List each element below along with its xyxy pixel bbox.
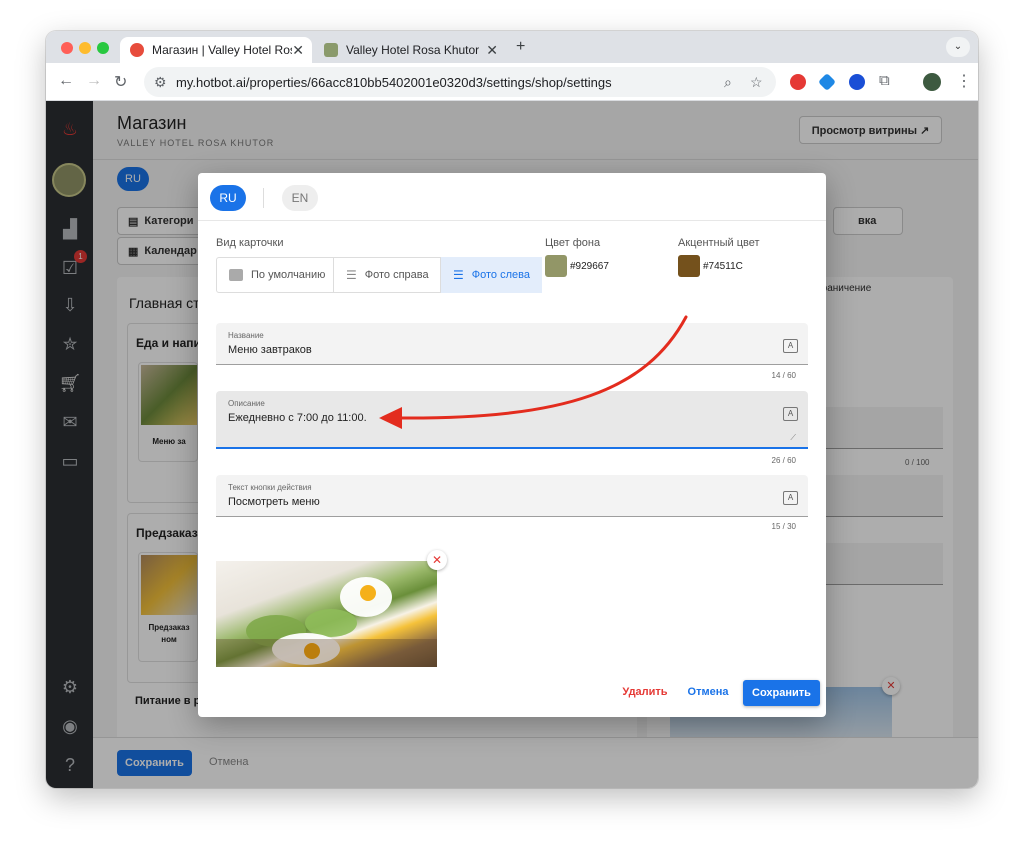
name-field-label: Название (228, 331, 264, 340)
action-button-text-counter: 15 / 30 (771, 522, 796, 531)
modal-lang-en-chip[interactable]: EN (282, 185, 318, 211)
url-text: my.hotbot.ai/properties/66acc810bb540200… (176, 74, 612, 90)
card-view-label: Вид карточки (216, 237, 284, 249)
bg-color-label: Цвет фона (545, 237, 601, 249)
action-button-text-field[interactable]: Текст кнопки действия Посмотреть меню A (216, 475, 808, 517)
opera-extension-icon[interactable] (790, 74, 806, 90)
translate-icon[interactable]: A (783, 407, 798, 421)
more-menu-icon[interactable]: ⋮ (956, 71, 972, 91)
resize-handle-icon[interactable]: ⟋ (790, 433, 796, 443)
profile-avatar[interactable] (923, 73, 941, 91)
bg-color-swatch[interactable] (545, 255, 567, 277)
page-content: ♨ ▟ ☑ 1 ⇩ ✮ 🛒︎ ✉ ▭ ⚙ ◉ ? Магазин VALLEY … (46, 101, 978, 788)
back-arrow-icon[interactable]: ← (58, 72, 74, 90)
modal-lang-ru-chip[interactable]: RU (210, 185, 246, 211)
description-counter: 26 / 60 (771, 456, 796, 465)
maximize-window-button[interactable] (97, 42, 109, 54)
description-field-label: Описание (228, 399, 265, 408)
browser-toolbar: ← → ↻ ⚙ my.hotbot.ai/properties/66acc810… (46, 63, 978, 101)
close-tab-icon[interactable]: ✕ (292, 42, 304, 59)
tab-search-button[interactable]: ⌄ (946, 37, 970, 57)
card-image (216, 561, 437, 667)
browser-window: Магазин | Valley Hotel Rosa Kh ✕ Valley … (46, 31, 978, 788)
lang-divider (263, 188, 264, 208)
translate-icon[interactable]: A (783, 491, 798, 505)
site-info-icon[interactable]: ⚙ (154, 74, 167, 91)
translate-extension-icon[interactable] (849, 74, 865, 90)
name-field-value: Меню завтраков (228, 344, 312, 356)
tab-title: Valley Hotel Rosa Khutor (346, 43, 480, 57)
close-window-button[interactable] (61, 42, 73, 54)
image-icon (229, 269, 243, 281)
tab-title: Магазин | Valley Hotel Rosa Kh (152, 43, 292, 57)
accent-color-label: Акцентный цвет (678, 237, 760, 249)
bg-color-value[interactable]: #929667 (570, 261, 609, 272)
accent-color-value[interactable]: #74511C (703, 261, 743, 272)
address-bar[interactable]: ⚙ my.hotbot.ai/properties/66acc810bb5402… (144, 67, 776, 97)
action-button-text-value: Посмотреть меню (228, 496, 320, 508)
extensions-puzzle-icon[interactable]: ⧉ (879, 72, 890, 89)
zoom-icon[interactable]: ⌕ (724, 74, 732, 91)
delete-button[interactable]: Удалить (618, 681, 672, 703)
view-photo-left-option[interactable]: ☰ Фото слева (441, 257, 542, 293)
align-right-icon: ☰ (346, 268, 357, 282)
minimize-window-button[interactable] (79, 42, 91, 54)
description-field-value: Ежедневно с 7:00 до 11:00. (228, 412, 367, 424)
hotbot-favicon-icon (130, 43, 144, 57)
action-button-text-label: Текст кнопки действия (228, 483, 312, 492)
reload-icon[interactable]: ↻ (114, 72, 127, 92)
new-tab-button[interactable]: + (516, 38, 525, 56)
name-counter: 14 / 60 (771, 371, 796, 380)
name-field[interactable]: Название Меню завтраков A (216, 323, 808, 365)
browser-tab-hotel[interactable]: Valley Hotel Rosa Khutor ✕ (314, 37, 506, 63)
view-default-option[interactable]: По умолчанию (217, 257, 334, 293)
remove-image-icon[interactable]: ✕ (427, 550, 447, 570)
view-photo-right-option[interactable]: ☰ Фото справа (334, 257, 441, 293)
tag-extension-icon[interactable] (817, 72, 837, 92)
tab-bar: Магазин | Valley Hotel Rosa Kh ✕ Valley … (46, 31, 978, 63)
edit-card-dialog: RU EN Вид карточки По умолчанию ☰ Фото с… (198, 173, 826, 717)
save-button[interactable]: Сохранить (743, 680, 820, 706)
close-tab-icon[interactable]: ✕ (486, 42, 498, 59)
bookmark-star-icon[interactable]: ☆ (750, 74, 763, 91)
cancel-button[interactable]: Отмена (682, 681, 734, 703)
accent-color-swatch[interactable] (678, 255, 700, 277)
translate-icon[interactable]: A (783, 339, 798, 353)
description-field[interactable]: Описание Ежедневно с 7:00 до 11:00. A ⟋ (216, 391, 808, 449)
browser-tab-shop[interactable]: Магазин | Valley Hotel Rosa Kh ✕ (120, 37, 312, 63)
forward-arrow-icon[interactable]: → (86, 72, 102, 90)
align-left-icon: ☰ (453, 268, 464, 282)
food-photo-illustration (216, 577, 437, 667)
hotel-favicon-icon (324, 43, 338, 57)
